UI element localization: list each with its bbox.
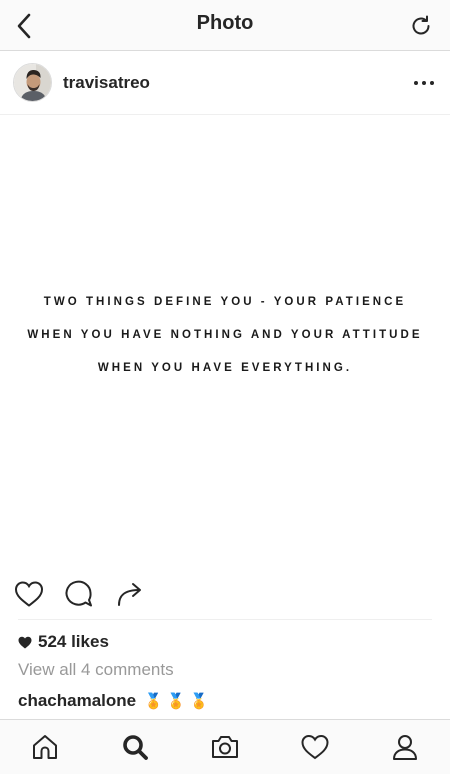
share-arrow-icon: [118, 583, 141, 606]
tab-camera[interactable]: [208, 730, 242, 764]
more-dot: [430, 81, 434, 85]
quote-line-3: WHEN YOU HAVE EVERYTHING.: [97, 362, 353, 374]
more-dot: [422, 81, 426, 85]
camera-icon: [212, 736, 238, 758]
search-icon: [123, 735, 148, 760]
likes-text: 524 likes: [38, 632, 109, 651]
heart-filled-icon: [18, 636, 32, 649]
nav-bar: Photo: [0, 0, 450, 51]
tab-profile[interactable]: [388, 730, 422, 764]
likes-count[interactable]: 524 likes: [18, 632, 109, 652]
home-icon: [33, 735, 57, 759]
post-username[interactable]: travisatreo: [63, 73, 150, 93]
more-horizontal-icon: [414, 81, 418, 85]
comment-row: chachamalone 🏅🏅🏅: [18, 691, 212, 711]
tab-bar: [0, 719, 450, 774]
comment-bubble-icon: [65, 580, 92, 607]
share-button[interactable]: [113, 577, 147, 611]
heart-outline-icon: [14, 581, 44, 607]
comment-username[interactable]: chachamalone: [18, 691, 136, 711]
tab-search[interactable]: [118, 730, 152, 764]
tab-activity[interactable]: [298, 730, 332, 764]
quote-text: TWO THINGS DEFINE YOU - YOUR PATIENCE WH…: [0, 286, 450, 385]
like-button[interactable]: [12, 577, 46, 611]
post-image[interactable]: TWO THINGS DEFINE YOU - YOUR PATIENCE WH…: [0, 116, 450, 566]
quote-line-1: TWO THINGS DEFINE YOU - YOUR PATIENCE: [43, 296, 407, 308]
more-options-button[interactable]: [414, 74, 434, 92]
comment-text: 🏅🏅🏅: [144, 693, 213, 710]
view-all-comments-link[interactable]: View all 4 comments: [18, 660, 174, 680]
tab-home[interactable]: [28, 730, 62, 764]
quote-line-2: WHEN YOU HAVE NOTHING AND YOUR ATTITUDE: [27, 329, 423, 341]
actions-divider: [18, 619, 432, 620]
page-title: Photo: [196, 12, 254, 34]
refresh-icon: [412, 15, 430, 35]
post-actions: [0, 573, 450, 615]
avatar[interactable]: [13, 63, 52, 102]
activity-heart-icon: [301, 734, 329, 760]
profile-icon: [393, 735, 417, 760]
refresh-button[interactable]: [404, 9, 438, 43]
avatar-photo: [14, 64, 51, 101]
post-header: travisatreo: [0, 52, 450, 115]
comment-button[interactable]: [62, 577, 96, 611]
